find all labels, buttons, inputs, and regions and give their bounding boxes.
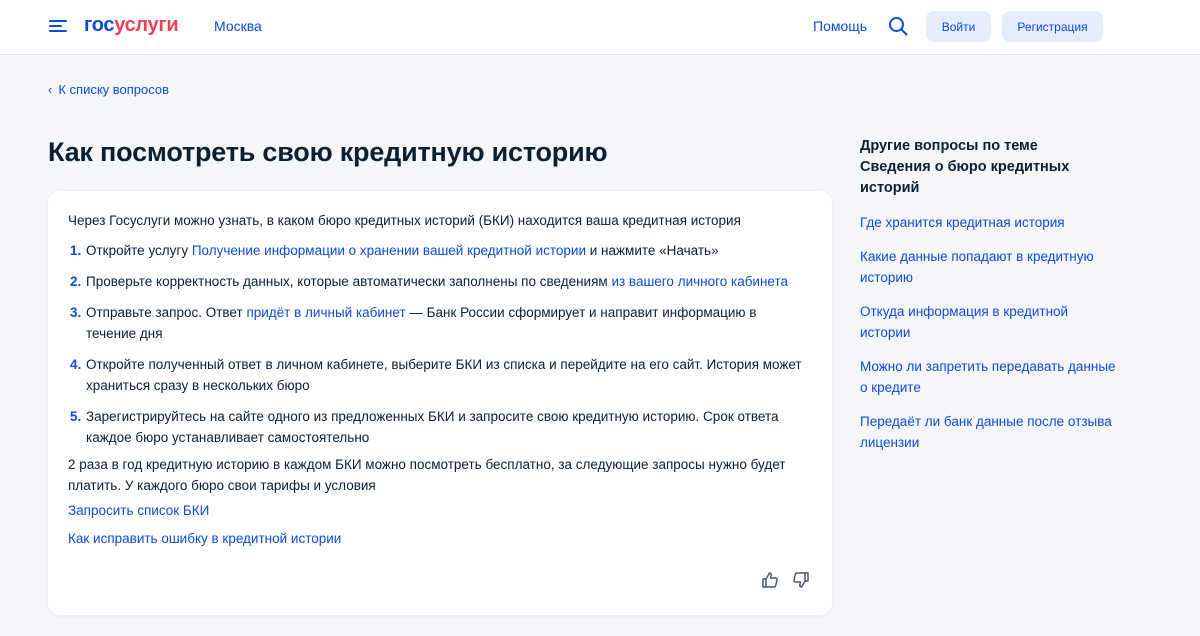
step-number: 3. [70,305,82,320]
page-title: Как посмотреть свою кредитную историю [48,137,608,167]
personal-account-link[interactable]: из вашего личного кабинета [611,274,788,289]
pricing-note: 2 раза в год кредитную историю в каждом … [68,457,786,493]
related-question-link[interactable]: Можно ли запретить передавать данные о к… [860,356,1120,398]
step-item: 5. Зарегистрируйтесь на сайте одного из … [68,406,808,448]
related-questions-list: Где хранится кредитная история Какие дан… [860,212,1120,466]
related-question-link[interactable]: Откуда информация в кредитной истории [860,301,1120,343]
city-selector[interactable]: Москва [214,18,262,34]
search-icon[interactable] [888,16,908,36]
related-questions-title: Другие вопросы по теме Сведения о бюро к… [860,138,1070,196]
chevron-left-icon: ‹ [48,82,53,97]
step-item: 3. Отправьте запрос. Ответ придёт в личн… [68,302,808,344]
step-number: 1. [70,243,82,258]
register-button[interactable]: Регистрация [1002,11,1103,42]
menu-icon[interactable] [49,18,67,34]
logo-part-uslugi: услуги [114,14,179,36]
related-question-link[interactable]: Где хранится кредитная история [860,212,1120,233]
step-item: 2. Проверьте корректность данных, которы… [68,271,808,292]
fix-error-link[interactable]: Как исправить ошибку в кредитной истории [68,531,341,546]
step-number: 5. [70,409,82,424]
gosuslugi-logo[interactable]: госуслуги [84,14,179,37]
logo-part-gos: гос [84,14,115,36]
step-number: 2. [70,274,82,289]
step-text: Отправьте запрос. Ответ [86,305,247,320]
step-text: Зарегистрируйтесь на сайте одного из пре… [86,409,779,445]
service-link[interactable]: Получение информации о хранении вашей кр… [192,243,586,258]
thumbs-down-icon[interactable] [791,570,811,590]
step-text: Откройте полученный ответ в личном кабин… [86,357,802,393]
step-item: 1. Откройте услугу Получение информации … [68,240,808,261]
top-header: госуслуги Москва Помощь Войти Регистраци… [0,0,1200,55]
related-question-link[interactable]: Какие данные попадают в кредитную истори… [860,246,1120,288]
article-intro: Через Госуслуги можно узнать, в каком бю… [68,213,741,228]
article-card: Через Госуслуги можно узнать, в каком бю… [48,191,832,615]
thumbs-up-icon[interactable] [760,570,780,590]
login-button[interactable]: Войти [926,11,991,42]
related-question-link[interactable]: Передаёт ли банк данные после отзыва лиц… [860,411,1120,453]
request-bki-list-link[interactable]: Запросить список БКИ [68,503,209,518]
step-text: Откройте услугу [86,243,192,258]
inbox-link[interactable]: придёт в личный кабинет [246,305,405,320]
step-item: 4. Откройте полученный ответ в личном ка… [68,354,808,396]
back-to-questions-link[interactable]: ‹ К списку вопросов [48,82,169,97]
step-number: 4. [70,357,82,372]
help-link[interactable]: Помощь [813,18,867,34]
steps-list: 1. Откройте услугу Получение информации … [68,240,808,458]
back-link-label: К списку вопросов [58,82,170,97]
step-text: и нажмите «Начать» [586,243,719,258]
step-text: Проверьте корректность данных, которые а… [86,274,612,289]
